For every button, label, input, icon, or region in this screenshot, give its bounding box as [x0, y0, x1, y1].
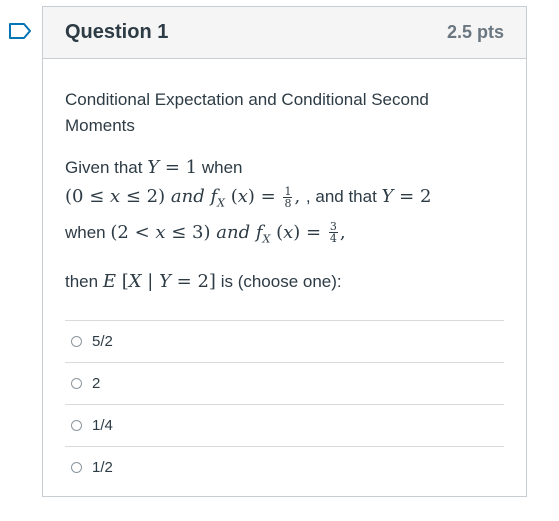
answer-label: 1/2 [92, 459, 113, 477]
answer-option[interactable]: 1/4 [65, 405, 504, 448]
math-expectation: E [X | Y = 2] [102, 271, 216, 293]
math-fraction-3-4: 34 [328, 220, 338, 246]
answer-option[interactable]: 2 [65, 363, 504, 406]
radio-button[interactable] [71, 336, 82, 348]
prompt-when-2: when [65, 222, 106, 242]
prompt-choose: is (choose one): [220, 272, 342, 292]
radio-button[interactable] [71, 462, 82, 474]
math-fraction-1-8: 18 [283, 184, 293, 210]
math-condition-1: (0 ≤ x ≤ 2) and fX (x) = 18, [65, 184, 306, 210]
question-points: 2.5 pts [446, 22, 504, 42]
question-header: Question 1 2.5 pts [43, 7, 526, 59]
prompt-when-1: when [201, 158, 243, 177]
answer-option[interactable]: 5/2 [65, 321, 504, 364]
prompt-then: then [65, 272, 99, 292]
radio-button[interactable] [71, 378, 82, 390]
prompt-and-that: , and that [305, 187, 377, 206]
flag-question-icon[interactable] [8, 22, 32, 40]
answer-label: 1/4 [92, 417, 113, 435]
question-card: Question 1 2.5 pts Conditional Expectati… [42, 6, 527, 497]
math-y-equals-1: Y = 1 [147, 157, 198, 178]
radio-button[interactable] [71, 420, 82, 432]
math-condition-2: (2 < x ≤ 3) and fX (x) = 34, [110, 220, 346, 246]
prompt-given-that: Given that [65, 158, 143, 177]
question-subtitle: Conditional Expectation and Conditional … [65, 90, 429, 135]
math-y-equals-2: Y = 2 [381, 186, 432, 207]
question-prompt: Given that Y = 1 when (0 ≤ x ≤ 2) and fX… [65, 153, 504, 296]
question-body: Conditional Expectation and Conditional … [43, 59, 526, 488]
answer-option[interactable]: 1/2 [65, 447, 504, 488]
answer-list: 5/2 2 1/4 1/2 [65, 320, 504, 488]
answer-label: 5/2 [92, 333, 113, 351]
answer-label: 2 [92, 375, 101, 393]
question-title: Question 1 [65, 21, 169, 43]
